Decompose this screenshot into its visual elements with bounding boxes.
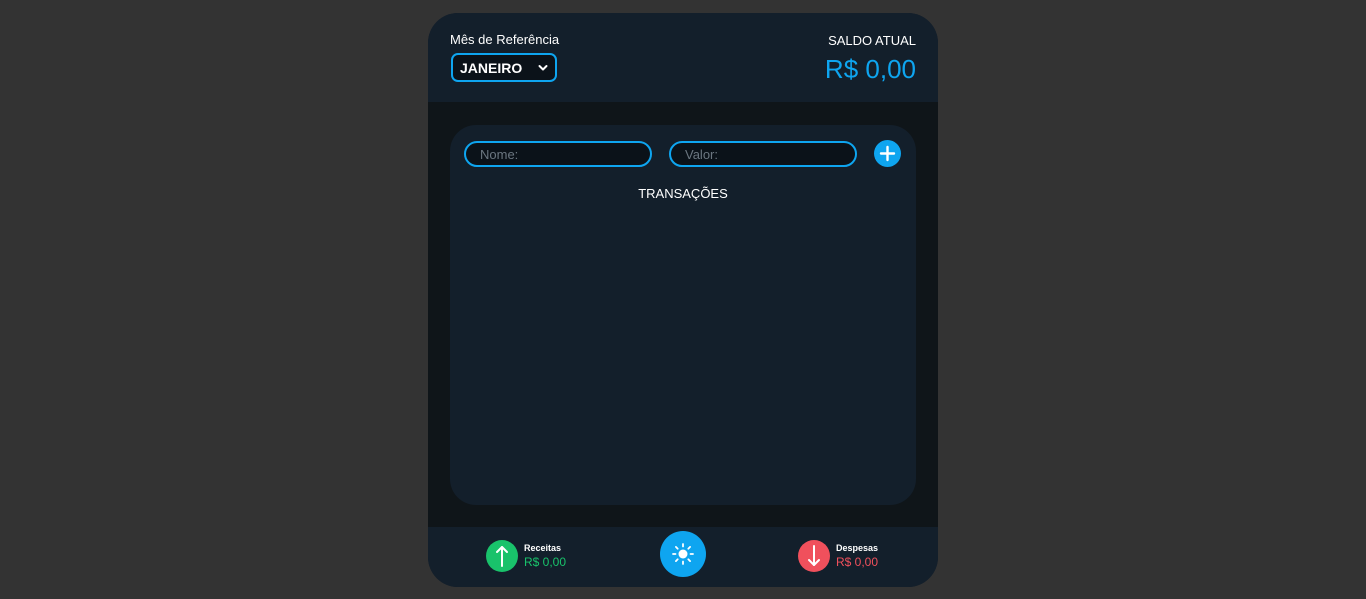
saldo-label: SALDO ATUAL <box>828 33 916 48</box>
add-transaction-button[interactable] <box>874 140 901 167</box>
plus-icon <box>879 145 896 162</box>
chevron-down-icon <box>538 65 548 71</box>
nome-placeholder: Nome: <box>480 146 519 162</box>
finance-app: Mês de Referência JANEIRO SALDO ATUAL R$… <box>428 13 938 587</box>
arrow-down-icon <box>798 540 830 572</box>
nome-input[interactable]: Nome: <box>464 141 652 167</box>
month-select[interactable]: JANEIRO <box>451 53 557 82</box>
saldo-value: R$ 0,00 <box>824 54 916 84</box>
despesas-value: R$ 0,00 <box>836 555 879 569</box>
receitas-label: Receitas <box>524 543 562 553</box>
arrow-up-icon <box>486 540 518 572</box>
sun-icon <box>672 543 694 565</box>
receitas-value: R$ 0,00 <box>524 555 567 569</box>
valor-placeholder: Valor: <box>685 146 718 162</box>
transactions-title: TRANSAÇÕES <box>638 186 728 201</box>
valor-input[interactable]: Valor: <box>669 141 857 167</box>
transactions-panel: Nome: Valor: TRANSAÇÕES <box>450 125 916 505</box>
month-label: Mês de Referência <box>450 32 560 47</box>
header: Mês de Referência JANEIRO SALDO ATUAL R$… <box>428 13 938 102</box>
despesas-label: Despesas <box>836 543 879 553</box>
month-select-value: JANEIRO <box>460 59 523 76</box>
theme-toggle-button[interactable] <box>660 531 706 577</box>
footer: Receitas R$ 0,00 Despesas R$ 0,00 <box>428 527 938 587</box>
content-area: Nome: Valor: TRANSAÇÕES <box>428 102 938 527</box>
